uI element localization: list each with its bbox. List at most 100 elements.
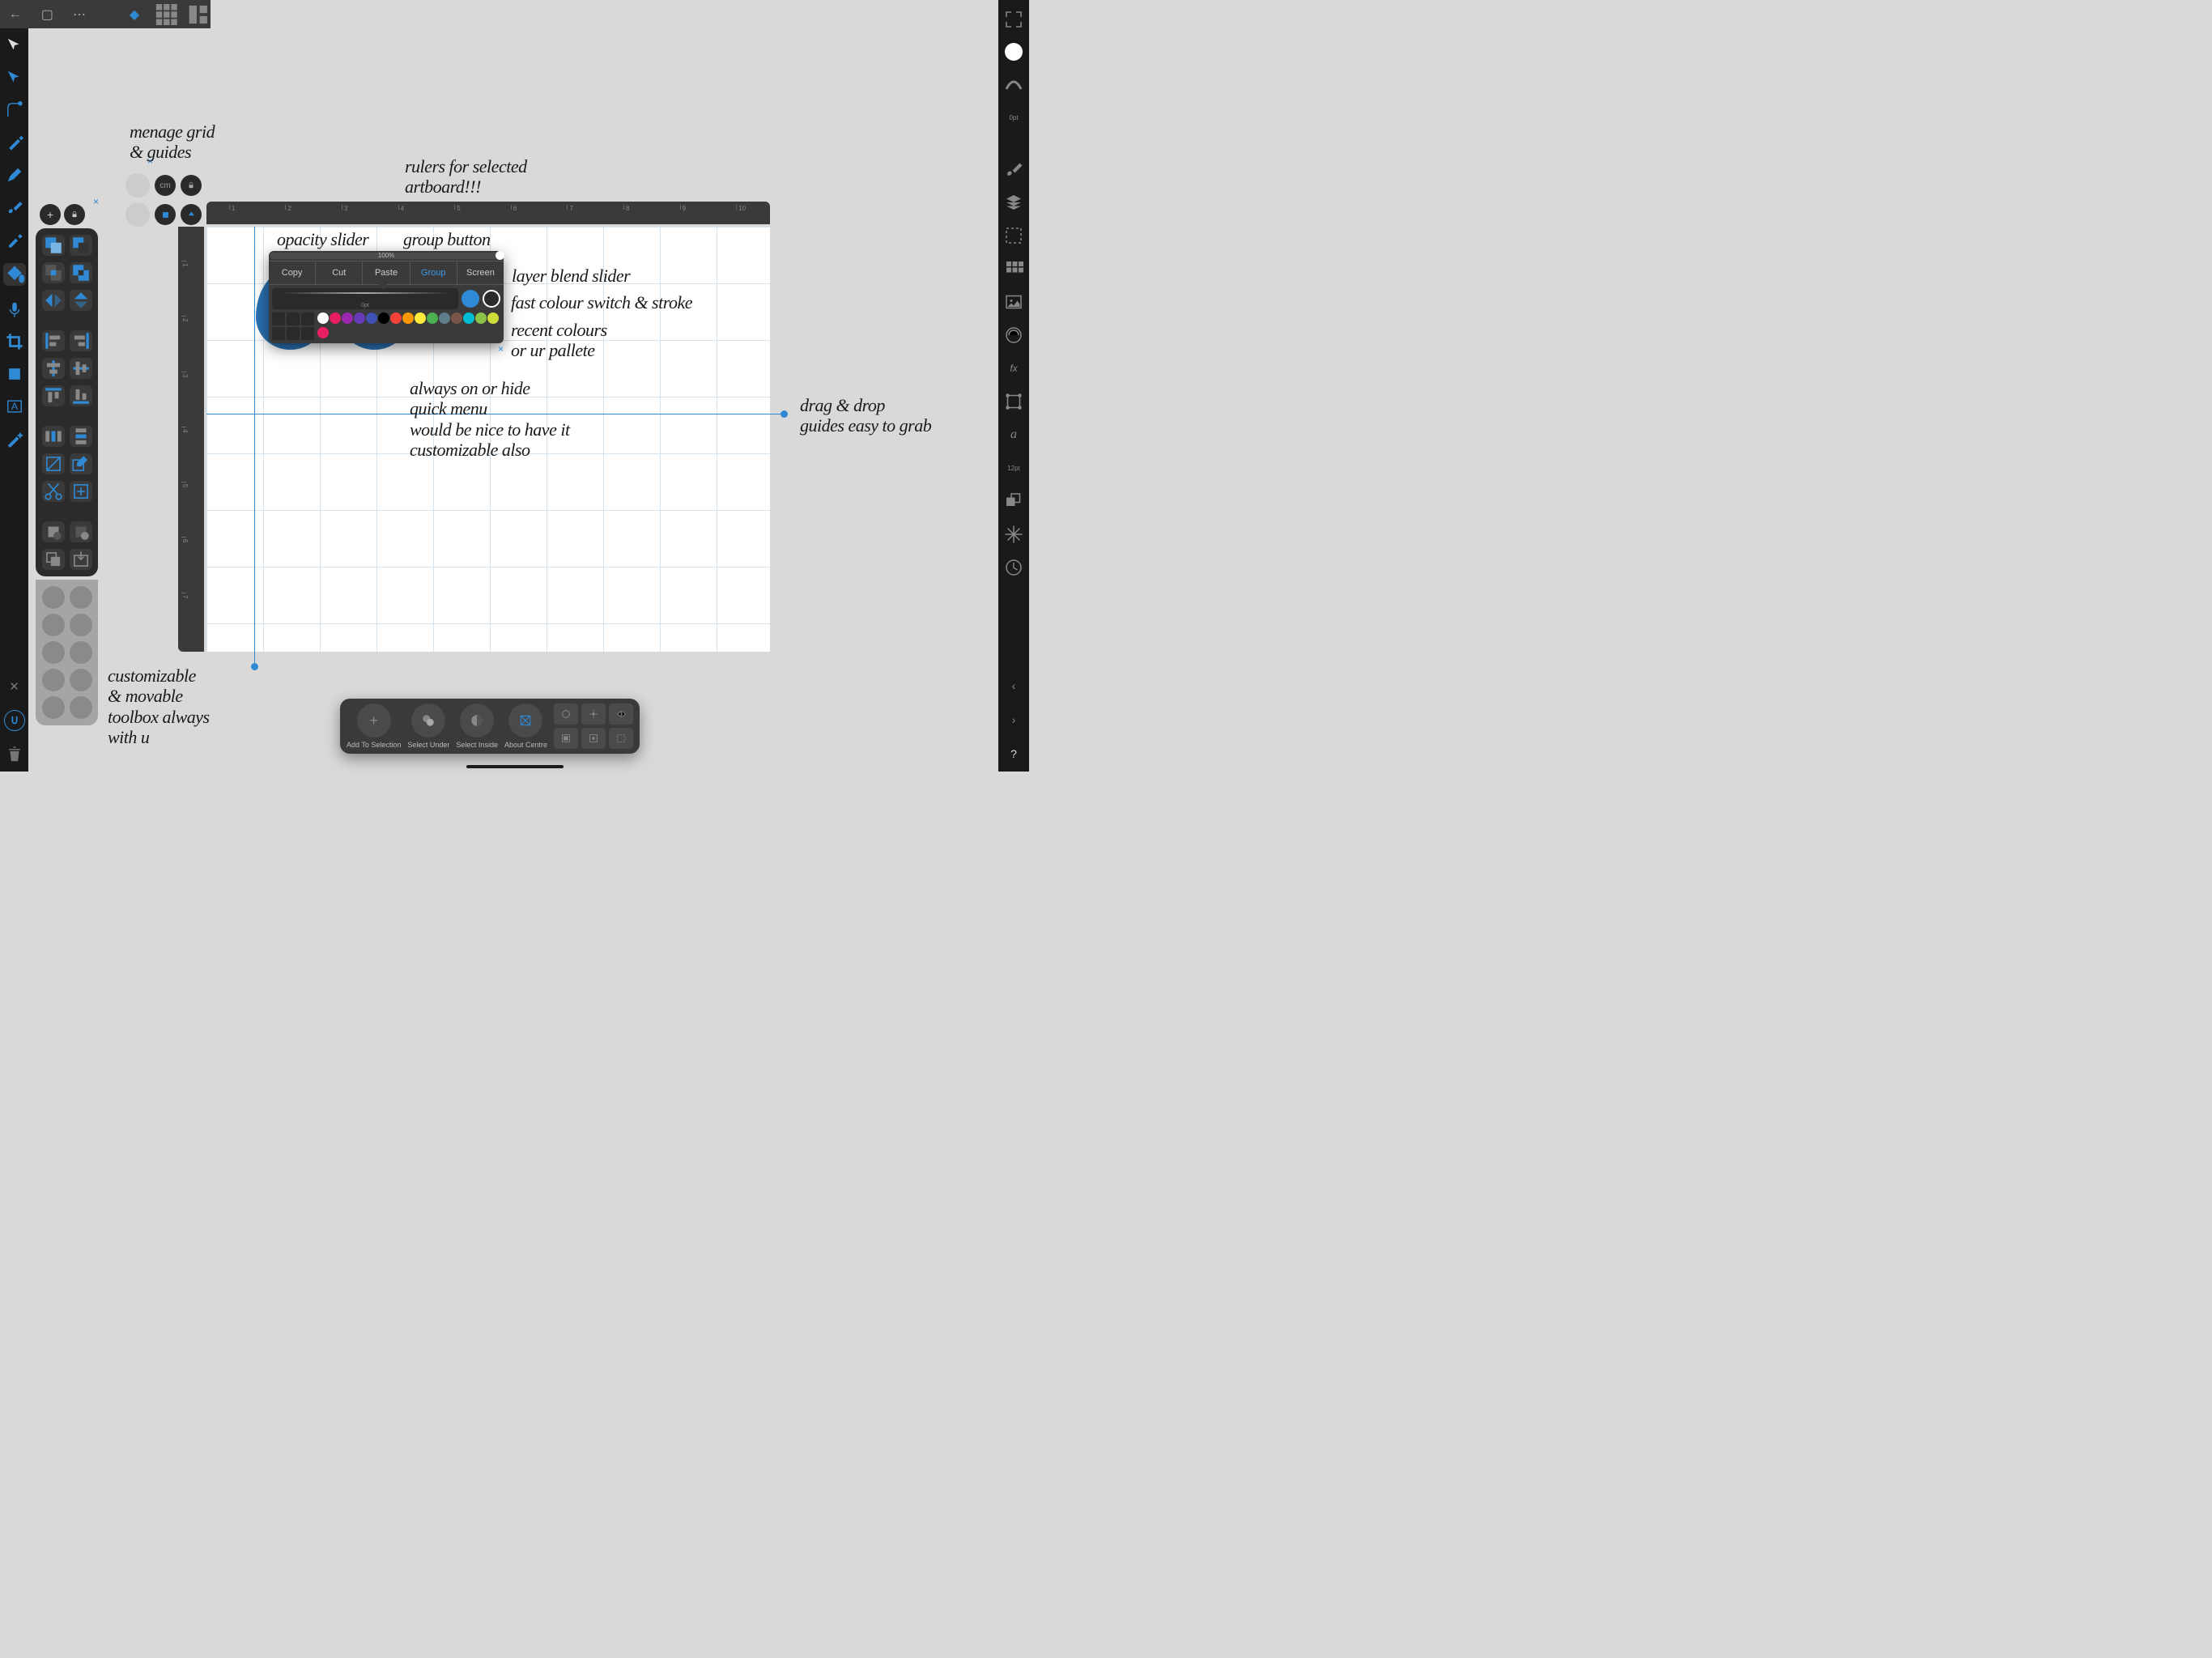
convert-curve[interactable] bbox=[42, 453, 65, 474]
ruler-horizontal[interactable]: 12 34 56 78 910 bbox=[206, 202, 770, 224]
close-icon[interactable]: ✕ bbox=[6, 678, 23, 695]
quick-menu[interactable]: 100% Copy Cut Paste Group Screen 0pt × bbox=[269, 251, 504, 343]
origin-tl[interactable] bbox=[554, 704, 578, 725]
history-icon[interactable] bbox=[1004, 558, 1023, 577]
chevron-right-icon[interactable]: › bbox=[1004, 710, 1023, 729]
color-swatch[interactable] bbox=[1005, 43, 1023, 61]
move-back[interactable] bbox=[42, 521, 65, 542]
node-tool[interactable] bbox=[6, 69, 23, 87]
lock-button[interactable] bbox=[64, 204, 85, 225]
paste-button[interactable]: Paste bbox=[363, 261, 410, 284]
palette-colour[interactable] bbox=[390, 312, 402, 324]
op-xor[interactable] bbox=[70, 262, 92, 283]
op-intersect[interactable] bbox=[42, 262, 65, 283]
add-button[interactable]: + bbox=[40, 204, 61, 225]
chevron-left-icon[interactable]: ‹ bbox=[1004, 676, 1023, 695]
mic-annotation-icon[interactable] bbox=[6, 300, 23, 318]
flip-h[interactable] bbox=[42, 290, 65, 311]
palette-colour[interactable] bbox=[342, 312, 353, 324]
align-left[interactable] bbox=[42, 330, 65, 351]
origin-bc[interactable] bbox=[581, 728, 606, 749]
stroke-colour[interactable] bbox=[483, 290, 500, 308]
slot[interactable] bbox=[42, 696, 65, 719]
slot[interactable] bbox=[70, 641, 92, 664]
help-icon[interactable]: ? bbox=[1004, 744, 1023, 763]
brush-width[interactable]: 0pt bbox=[272, 288, 458, 309]
fx-icon[interactable]: fx bbox=[1004, 359, 1023, 378]
add-to-selection[interactable]: +Add To Selection bbox=[347, 704, 401, 749]
close-icon[interactable]: × bbox=[93, 196, 99, 207]
blend-button[interactable]: Screen bbox=[457, 261, 504, 284]
palette-colour[interactable] bbox=[427, 312, 438, 324]
align-bottom[interactable] bbox=[70, 385, 92, 406]
group-button[interactable]: Group bbox=[410, 261, 457, 284]
duplicate[interactable] bbox=[42, 549, 65, 570]
dist-h[interactable] bbox=[42, 426, 65, 447]
text-tool[interactable]: A bbox=[6, 397, 23, 415]
origin-tr[interactable] bbox=[609, 704, 633, 725]
fullscreen-icon[interactable] bbox=[1004, 10, 1023, 29]
copy-button[interactable]: Copy bbox=[269, 261, 316, 284]
more-icon[interactable]: ⋯ bbox=[67, 2, 91, 28]
grid-icon[interactable] bbox=[155, 2, 179, 28]
palette-colour[interactable] bbox=[317, 312, 329, 324]
guides-toggle[interactable] bbox=[181, 204, 202, 225]
qop[interactable] bbox=[301, 312, 314, 325]
cut-button[interactable]: Cut bbox=[316, 261, 363, 284]
crop-tool[interactable] bbox=[6, 333, 23, 351]
align-center-v[interactable] bbox=[70, 358, 92, 379]
studio-icon[interactable] bbox=[186, 2, 211, 28]
palette-colour[interactable] bbox=[487, 312, 499, 324]
trash-icon[interactable] bbox=[6, 746, 23, 763]
align-center-h[interactable] bbox=[42, 358, 65, 379]
fill-colour[interactable] bbox=[462, 290, 479, 308]
select-under[interactable]: Select Under bbox=[407, 704, 449, 749]
guide-vertical[interactable] bbox=[254, 227, 255, 664]
toolbox-empty-slots[interactable] bbox=[36, 580, 98, 725]
dist-v[interactable] bbox=[70, 426, 92, 447]
origin-br[interactable] bbox=[609, 728, 633, 749]
cut-icon[interactable] bbox=[42, 481, 65, 502]
wand-tool[interactable] bbox=[6, 430, 23, 448]
palette-colour[interactable] bbox=[317, 327, 329, 338]
arrange-icon[interactable] bbox=[1004, 491, 1023, 511]
grid-toggle[interactable] bbox=[155, 204, 176, 225]
qop[interactable] bbox=[301, 327, 314, 340]
slot[interactable] bbox=[42, 669, 65, 691]
pen-tool[interactable] bbox=[6, 134, 23, 151]
ruler-vertical[interactable]: 12 34 56 7 bbox=[178, 227, 204, 652]
slot[interactable] bbox=[70, 669, 92, 691]
palette-colour[interactable] bbox=[451, 312, 462, 324]
text-style-icon[interactable]: a bbox=[1004, 425, 1023, 444]
slot[interactable] bbox=[42, 614, 65, 636]
qop[interactable] bbox=[287, 312, 300, 325]
navigator-icon[interactable] bbox=[1004, 525, 1023, 544]
qop[interactable] bbox=[272, 312, 285, 325]
op-add[interactable] bbox=[42, 235, 65, 256]
palette-colour[interactable] bbox=[439, 312, 450, 324]
toolbox[interactable] bbox=[36, 228, 98, 576]
eyedropper-tool[interactable] bbox=[6, 231, 23, 249]
edit-icon[interactable] bbox=[70, 453, 92, 474]
selection-icon[interactable] bbox=[1004, 226, 1023, 245]
palette-colour[interactable] bbox=[378, 312, 389, 324]
grid-panel[interactable]: × cm bbox=[125, 173, 202, 227]
slot[interactable] bbox=[70, 586, 92, 609]
brush-panel-icon[interactable] bbox=[1004, 159, 1023, 179]
lock-button[interactable] bbox=[181, 175, 202, 196]
origin-bl[interactable] bbox=[554, 728, 578, 749]
slot[interactable] bbox=[42, 586, 65, 609]
select-inside[interactable]: Select Inside bbox=[456, 704, 498, 749]
export-icon[interactable] bbox=[70, 549, 92, 570]
insert-icon[interactable] bbox=[70, 481, 92, 502]
slot[interactable] bbox=[70, 614, 92, 636]
close-icon[interactable]: × bbox=[498, 343, 504, 355]
image-panel-icon[interactable] bbox=[1004, 292, 1023, 312]
slot[interactable] bbox=[42, 641, 65, 664]
origin-tc[interactable] bbox=[581, 704, 606, 725]
fill-tool[interactable] bbox=[3, 263, 26, 286]
layers-icon[interactable] bbox=[1004, 193, 1023, 212]
palette-colour[interactable] bbox=[475, 312, 487, 324]
snapping-toggle[interactable] bbox=[4, 710, 25, 731]
document-icon[interactable]: ▢ bbox=[36, 2, 60, 28]
